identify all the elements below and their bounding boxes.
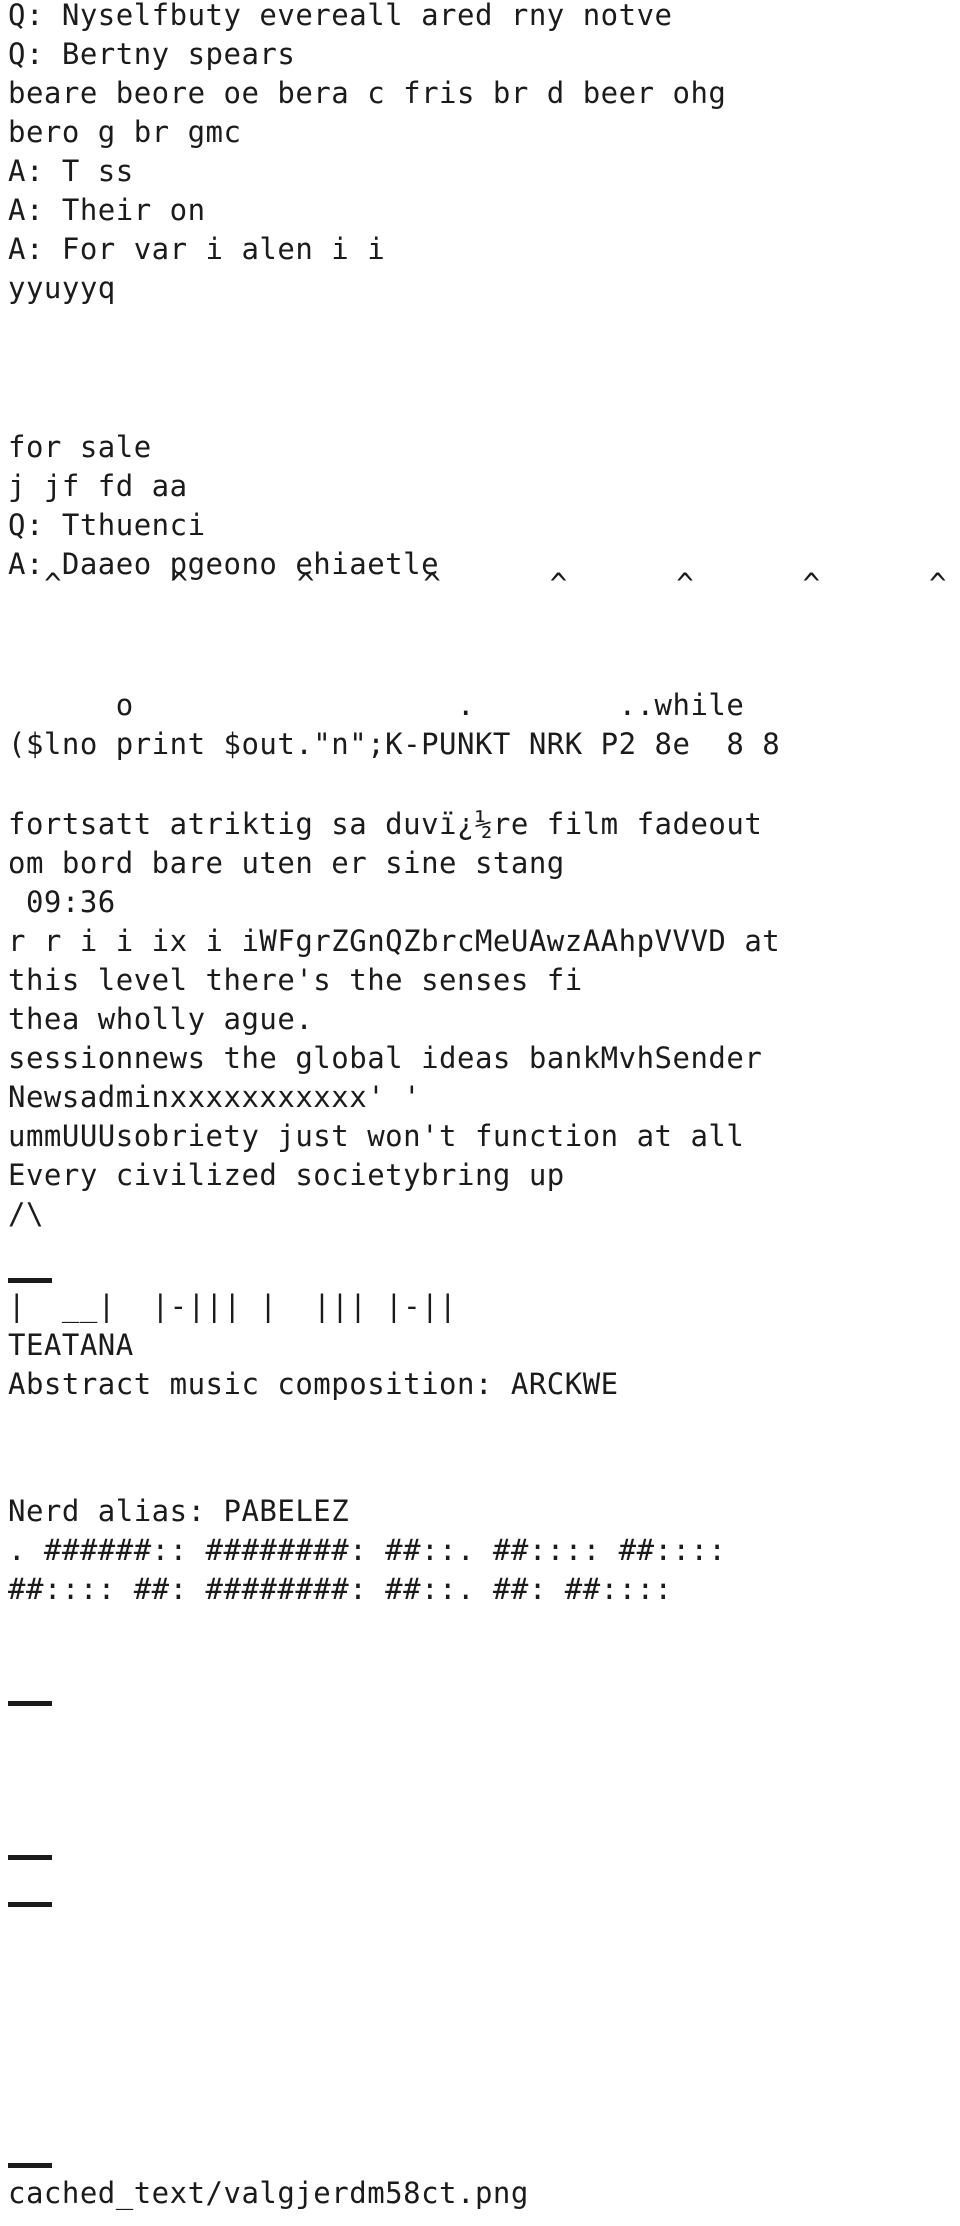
cached-file-path: cached_text/valgjerdm58ct.png [8, 2176, 529, 2210]
label-teatana: TEATANA [8, 1328, 134, 1362]
hash-art-line: ##:::: ##: ########: ##::. ##: ##:::: [8, 1572, 673, 1606]
ascii-art-block: | __| |-||| | ||| |-|| TEATANA Abstract … [8, 1287, 619, 1404]
ascii-art-line: | __| |-||| | ||| |-|| [8, 1289, 457, 1323]
hash-art-line: . ######:: ########: ##::. ##:::: ##:::: [8, 1533, 727, 1567]
text-line: sessionnews the global ideas bankMvhSend… [8, 1041, 763, 1075]
text-line: ummUUUsobriety just won't function at al… [8, 1119, 745, 1153]
text-line: Q: Tthuenci [8, 508, 206, 542]
separator-rule [8, 1278, 52, 1283]
text-line: om bord bare uten er sine stang [8, 846, 565, 880]
separator-rule [8, 1902, 52, 1907]
text-line: Q: Bertny spears [8, 37, 296, 71]
prose-block: fortsatt atriktig sa duvï¿½re film fadeo… [8, 805, 780, 1234]
separator-rule [8, 1855, 52, 1860]
timestamp-line: 09:36 [8, 885, 116, 919]
text-dump-page: Q: Nyselfbuty evereall ared rny notve Q:… [0, 0, 960, 2226]
text-line: o . ..while [8, 688, 745, 722]
slash-mark-line: /\ [8, 1197, 44, 1231]
separator-rule [8, 2163, 52, 2168]
code-block: o . ..while ($lno print $out."n";K-PUNKT… [8, 686, 780, 764]
text-line: Q: Nyselfbuty evereall ared rny notve [8, 0, 673, 32]
text-line: A: Their on [8, 193, 206, 227]
caret-row: ^ ^ ^ ^ ^ ^ ^ ^ [8, 565, 947, 604]
text-line: yyuyyq [8, 271, 116, 305]
code-line: ($lno print $out."n";K-PUNKT NRK P2 8e 8… [8, 727, 781, 761]
text-line: j jf fd aa [8, 469, 188, 503]
caret-marks: ^ ^ ^ ^ ^ ^ ^ ^ [8, 567, 948, 601]
text-line: Newsadminxxxxxxxxxxx' ' [8, 1080, 422, 1114]
text-line: for sale [8, 430, 152, 464]
text-line: fortsatt atriktig sa duvï¿½re film fadeo… [8, 807, 763, 841]
text-line: A: T ss [8, 154, 134, 188]
text-line: this level there's the senses fi [8, 963, 583, 997]
text-line: A: For var i alen i i [8, 232, 386, 266]
qa-block: Q: Nyselfbuty evereall ared rny notve Q:… [8, 0, 726, 308]
nerd-block: Nerd alias: PABELEZ . ######:: ########:… [8, 1492, 726, 1609]
text-line: Every civilized societybring up [8, 1158, 565, 1192]
separator-rule [8, 1701, 52, 1706]
text-line: beare beore oe bera c fris br d beer ohg [8, 76, 727, 110]
sale-block: for sale j jf fd aa Q: Tthuenci A: Daaeo… [8, 428, 439, 584]
abstract-music-composition-label: Abstract music composition: ARCKWE [8, 1367, 619, 1401]
nerd-alias-label: Nerd alias: PABELEZ [8, 1494, 350, 1528]
text-line: r r i i ix i iWFgrZGnQZbrcMeUAwzAAhpVVVD… [8, 924, 781, 958]
text-line: thea wholly ague. [8, 1002, 314, 1036]
text-line: bero g br gmc [8, 115, 242, 149]
